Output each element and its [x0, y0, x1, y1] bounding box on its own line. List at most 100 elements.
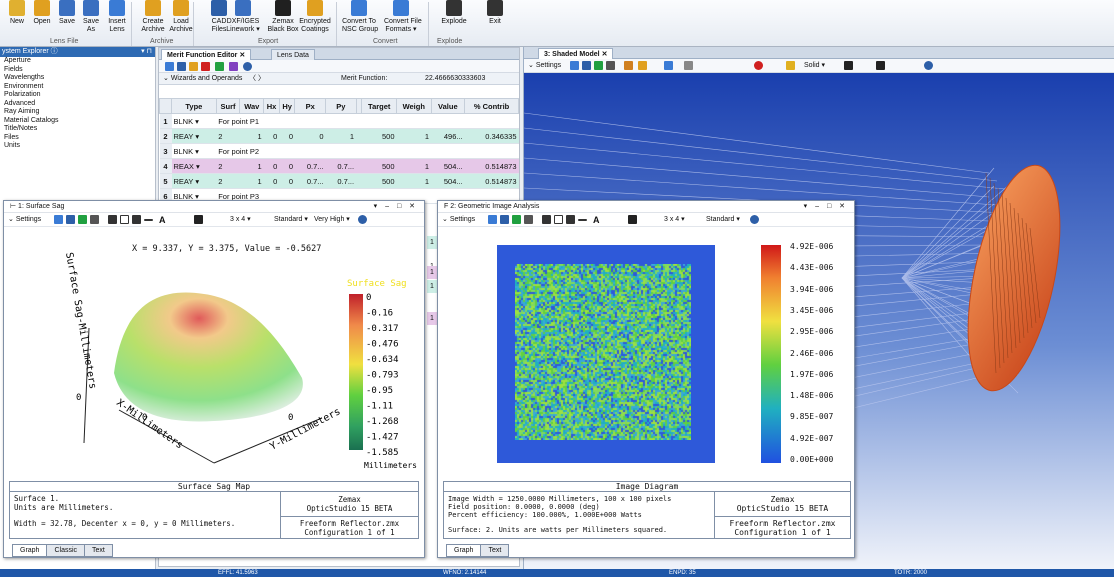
refresh-icon[interactable] [570, 61, 579, 70]
operand-cell[interactable]: 0.346335 [464, 128, 519, 144]
tab-merit-function-editor[interactable]: Merit Function Editor ✕ [161, 49, 252, 60]
rotate-icon[interactable] [624, 61, 633, 70]
operand-row-fragment[interactable]: 1 [427, 266, 437, 279]
operand-cell[interactable]: 500 [361, 128, 397, 144]
surface-sag-plot[interactable]: X = 9.337, Y = 3.375, Value = -0.5627 0 … [4, 228, 424, 481]
tab-graph[interactable]: Graph [12, 544, 48, 557]
operand-cell[interactable]: 1 [396, 173, 432, 189]
gia-titlebar[interactable]: F 2: Geometric Image Analysis ▾ – □ ✕ [438, 201, 854, 213]
tab-graph[interactable]: Graph [446, 544, 482, 557]
operand-cell[interactable]: REAX ▾ [171, 158, 217, 174]
exit-button[interactable]: Exit [478, 0, 512, 26]
pencil-icon[interactable] [108, 215, 117, 224]
operand-cell[interactable]: 0.514873 [464, 173, 519, 189]
arrow-icon[interactable] [132, 215, 141, 224]
column-header[interactable]: % Contrib [464, 98, 519, 114]
quality-select[interactable]: Very High ▾ [314, 213, 350, 227]
column-header[interactable]: Hy [278, 98, 296, 114]
operand-cell[interactable]: 0.7... [294, 158, 326, 174]
explorer-item-environment[interactable]: Environment [0, 83, 155, 92]
operand-comment[interactable]: For point P2 [216, 143, 519, 159]
text-icon[interactable]: A [593, 213, 600, 227]
operand-row[interactable]: 5 REAY ▾ 2 1 0 0 0.7... 0.7... 500 1 504... 0.51487… [159, 173, 519, 189]
operand-cell[interactable]: 1 [325, 128, 357, 144]
optimize-icon[interactable] [215, 62, 224, 71]
operand-row[interactable]: 2 REAY ▾ 2 1 0 0 0 1 500 1 496... 0.346335 [159, 128, 519, 144]
insert-row-icon[interactable] [165, 62, 174, 71]
column-header[interactable]: Target [361, 98, 397, 114]
column-header[interactable] [159, 98, 172, 114]
line-icon[interactable] [578, 219, 587, 221]
operand-cell[interactable]: 0 [279, 128, 295, 144]
explode-button[interactable]: Explode [437, 0, 471, 26]
operand-cell[interactable]: 496... [431, 128, 465, 144]
operand-cell[interactable]: 1 [239, 158, 264, 174]
operand-comment[interactable]: For point P1 [216, 113, 519, 129]
view-xy-icon[interactable] [684, 61, 693, 70]
operand-cell[interactable]: 0.514873 [464, 158, 519, 174]
explorer-item-fields[interactable]: Fields [0, 66, 155, 75]
operand-cell[interactable]: 500 [361, 158, 397, 174]
tab-text[interactable]: Text [480, 544, 510, 557]
operand-cell[interactable]: 1 [239, 128, 264, 144]
explorer-item-units[interactable]: Units [0, 142, 155, 151]
grid-icon[interactable] [194, 215, 203, 224]
column-header[interactable]: Weigh [396, 98, 432, 114]
copy-icon[interactable] [189, 62, 198, 71]
explorer-item-polarization[interactable]: Polarization [0, 91, 155, 100]
grid-icon[interactable] [628, 215, 637, 224]
column-header[interactable]: Type [171, 98, 217, 114]
operand-cell[interactable]: 0.7... [294, 173, 326, 189]
column-header[interactable]: Value [430, 98, 466, 114]
save-icon[interactable] [512, 215, 521, 224]
operand-cell[interactable]: 1 [396, 128, 432, 144]
operand-cell[interactable]: 0 [263, 128, 280, 144]
standard-select[interactable]: Standard ▾ [706, 213, 740, 227]
operand-cell[interactable]: 0 [263, 158, 280, 174]
operand-cell[interactable]: 0 [263, 173, 280, 189]
settings-button[interactable]: ⌄ Settings [528, 59, 561, 73]
column-header[interactable]: Py [325, 98, 357, 114]
image-diagram-plot[interactable]: 4.92E-006 4.43E-006 3.94E-006 3.45E-006 2.95… [438, 228, 854, 481]
operand-row[interactable]: 1 BLNK ▾ For point P1 [159, 113, 519, 129]
zemax-black-box-button[interactable]: Zemax Black Box [266, 0, 300, 34]
operand-cell[interactable]: 0 [279, 158, 295, 174]
copy-icon[interactable] [500, 215, 509, 224]
save-icon[interactable] [177, 62, 186, 71]
convert-file-formats-button[interactable]: Convert File Formats ▾ [384, 0, 422, 34]
rectangle-icon[interactable] [554, 215, 563, 224]
tab-lens-data[interactable]: Lens Data [271, 49, 315, 60]
dxf-iges-linework-button[interactable]: DXF/IGES Linework ▾ [226, 0, 260, 34]
render-mode-select[interactable]: Solid ▾ [804, 59, 825, 73]
layout-select[interactable]: 3 x 4 ▾ [230, 213, 251, 227]
tab-text[interactable]: Text [84, 544, 113, 557]
operand-cell[interactable]: REAY ▾ [171, 173, 217, 189]
stop-icon[interactable] [754, 61, 763, 70]
rectangle-icon[interactable] [120, 215, 129, 224]
surface-sag-titlebar[interactable]: ⊢ 1: Surface Sag ▾ – □ ✕ [4, 201, 424, 213]
explorer-item-aperture[interactable]: Aperture [0, 57, 155, 66]
help-icon[interactable] [924, 61, 933, 70]
wizards-toggle[interactable]: ⌄ Wizards and Operands [163, 73, 242, 85]
help-icon[interactable] [750, 215, 759, 224]
operand-nav[interactable]: 〈 〉 [249, 73, 265, 85]
fill-icon[interactable] [844, 61, 853, 70]
operand-cell[interactable]: 0 [279, 173, 295, 189]
settings-icon[interactable] [229, 62, 238, 71]
operand-type[interactable]: BLNK ▾ [171, 143, 217, 159]
operand-type[interactable]: BLNK ▾ [171, 113, 217, 129]
help-icon[interactable] [358, 215, 367, 224]
operand-cell[interactable]: 2 [216, 158, 240, 174]
window-controls[interactable]: ▾ – □ ✕ [374, 201, 418, 213]
operand-cell[interactable]: 0 [294, 128, 326, 144]
save-icon[interactable] [78, 215, 87, 224]
explorer-item-files[interactable]: Files [0, 134, 155, 143]
operand-row[interactable]: 3 BLNK ▾ For point P2 [159, 143, 519, 159]
color-icon[interactable] [786, 61, 795, 70]
help-icon[interactable] [243, 62, 252, 71]
pan-icon[interactable] [638, 61, 647, 70]
operand-row-fragment[interactable]: 1 [427, 312, 437, 325]
operand-cell[interactable]: 504... [431, 173, 465, 189]
explorer-item-title-notes[interactable]: Title/Notes [0, 125, 155, 134]
convert-to-nsc-group-button[interactable]: Convert To NSC Group [342, 0, 378, 34]
